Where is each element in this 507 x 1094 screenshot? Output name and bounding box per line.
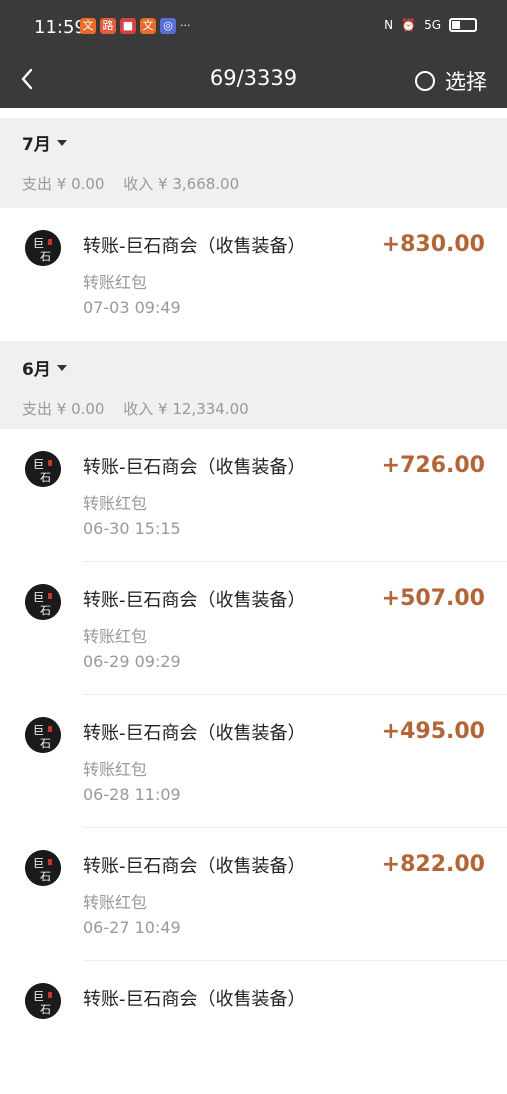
battery-icon bbox=[449, 18, 477, 32]
transaction-type: 转账红包 bbox=[83, 893, 148, 912]
transaction-item[interactable]: 巨石 转账-巨石商会（收售装备） 转账红包 06-28 11:09 +495.0… bbox=[0, 695, 507, 828]
transaction-name: 转账-巨石商会（收售装备） bbox=[83, 590, 306, 611]
transaction-type: 转账红包 bbox=[83, 760, 148, 779]
transaction-amount: +830.00 bbox=[381, 232, 485, 257]
month-income: 收入 ¥ 12,334.00 bbox=[123, 400, 249, 418]
transaction-list: 7月 支出 ¥ 0.00 收入 ¥ 3,668.00 巨石 转账-巨石商会（收售… bbox=[0, 108, 507, 1094]
transaction-name: 转账-巨石商会（收售装备） bbox=[83, 989, 306, 1010]
transaction-date: 06-28 11:09 bbox=[83, 785, 181, 804]
svg-text:巨: 巨 bbox=[33, 724, 44, 737]
transaction-amount: +822.00 bbox=[381, 852, 485, 877]
transaction-amount: +495.00 bbox=[381, 719, 485, 744]
transaction-type: 转账红包 bbox=[83, 494, 148, 513]
month-expense: 支出 ¥ 0.00 bbox=[22, 175, 105, 193]
transaction-date: 06-29 09:29 bbox=[83, 652, 181, 671]
transaction-date: 06-30 15:15 bbox=[83, 519, 181, 538]
stone-guild-logo: 巨石 bbox=[25, 850, 61, 886]
transaction-type: 转账红包 bbox=[83, 273, 148, 292]
nfc-icon: N bbox=[384, 18, 394, 32]
transaction-date: 06-27 10:49 bbox=[83, 918, 181, 937]
dropdown-arrow-icon bbox=[56, 364, 67, 371]
transaction-item[interactable]: 巨石 转账-巨石商会（收售装备） 转账红包 06-27 10:49 +822.0… bbox=[0, 828, 507, 961]
app-notification-icon: ■ bbox=[120, 18, 136, 34]
top-bar: 11:59 文 路 ■ 文 ◎ ··· N ⏰ 5G 69/3339 选择 bbox=[0, 0, 507, 108]
month-label: 7月 bbox=[22, 135, 51, 155]
avatar: 巨石 bbox=[25, 584, 61, 620]
dropdown-arrow-icon bbox=[56, 139, 67, 146]
avatar: 巨石 bbox=[25, 451, 61, 487]
transaction-name: 转账-巨石商会（收售装备） bbox=[83, 723, 306, 744]
transaction-item[interactable]: 巨石 转账-巨石商会（收售装备） 转账红包 06-30 15:15 +726.0… bbox=[0, 429, 507, 562]
avatar: 巨石 bbox=[25, 230, 61, 266]
system-status: N ⏰ 5G bbox=[384, 18, 477, 32]
month-header[interactable]: 6月 支出 ¥ 0.00 收入 ¥ 12,334.00 bbox=[0, 341, 507, 429]
nav-bar: 69/3339 选择 bbox=[0, 54, 507, 108]
transaction-item[interactable]: 巨石 转账-巨石商会（收售装备） 转账红包 07-03 09:49 +830.0… bbox=[0, 208, 507, 341]
stone-guild-logo: 巨石 bbox=[25, 983, 61, 1019]
svg-text:巨: 巨 bbox=[33, 591, 44, 604]
month-expense: 支出 ¥ 0.00 bbox=[22, 400, 105, 418]
stone-guild-logo: 巨石 bbox=[25, 584, 61, 620]
app-notification-icon: 文 bbox=[140, 18, 156, 34]
transaction-amount: +726.00 bbox=[381, 453, 485, 478]
app-notification-icon: 文 bbox=[80, 18, 96, 34]
svg-text:石: 石 bbox=[40, 1003, 51, 1016]
transaction-name: 转账-巨石商会（收售装备） bbox=[83, 856, 306, 877]
transaction-item[interactable]: 巨石 转账-巨石商会（收售装备） 转账红包 06-29 09:29 +507.0… bbox=[0, 562, 507, 695]
stone-guild-logo: 巨石 bbox=[25, 230, 61, 266]
radio-icon bbox=[415, 71, 435, 91]
month-income: 收入 ¥ 3,668.00 bbox=[123, 175, 240, 193]
svg-text:巨: 巨 bbox=[33, 237, 44, 250]
status-time: 11:59 bbox=[34, 17, 86, 38]
avatar: 巨石 bbox=[25, 983, 61, 1019]
app-notification-icon: 路 bbox=[100, 18, 116, 34]
app-notification-icon: ◎ bbox=[160, 18, 176, 34]
select-label: 选择 bbox=[445, 70, 487, 94]
transaction-type: 转账红包 bbox=[83, 627, 148, 646]
notification-icons: 文 路 ■ 文 ◎ ··· bbox=[80, 18, 191, 34]
svg-text:巨: 巨 bbox=[33, 990, 44, 1003]
transaction-item[interactable]: 巨石 转账-巨石商会（收售装备） bbox=[0, 961, 507, 1094]
svg-text:石: 石 bbox=[40, 250, 51, 263]
alarm-icon: ⏰ bbox=[401, 18, 417, 32]
month-header[interactable]: 7月 支出 ¥ 0.00 收入 ¥ 3,668.00 bbox=[0, 108, 507, 208]
svg-text:巨: 巨 bbox=[33, 458, 44, 471]
transaction-date: 07-03 09:49 bbox=[83, 298, 181, 317]
select-button[interactable]: 选择 bbox=[415, 66, 487, 96]
svg-text:石: 石 bbox=[40, 870, 51, 883]
transaction-name: 转账-巨石商会（收售装备） bbox=[83, 236, 306, 257]
avatar: 巨石 bbox=[25, 850, 61, 886]
avatar: 巨石 bbox=[25, 717, 61, 753]
svg-text:石: 石 bbox=[40, 604, 51, 617]
stone-guild-logo: 巨石 bbox=[25, 451, 61, 487]
svg-text:石: 石 bbox=[40, 471, 51, 484]
svg-text:石: 石 bbox=[40, 737, 51, 750]
status-bar: 11:59 文 路 ■ 文 ◎ ··· N ⏰ 5G bbox=[0, 0, 507, 54]
more-notifications-icon: ··· bbox=[180, 19, 191, 32]
month-label: 6月 bbox=[22, 360, 51, 380]
signal-icon: 5G bbox=[424, 18, 441, 32]
transaction-amount: +507.00 bbox=[381, 586, 485, 611]
stone-guild-logo: 巨石 bbox=[25, 717, 61, 753]
transaction-name: 转账-巨石商会（收售装备） bbox=[83, 457, 306, 478]
svg-text:巨: 巨 bbox=[33, 857, 44, 870]
